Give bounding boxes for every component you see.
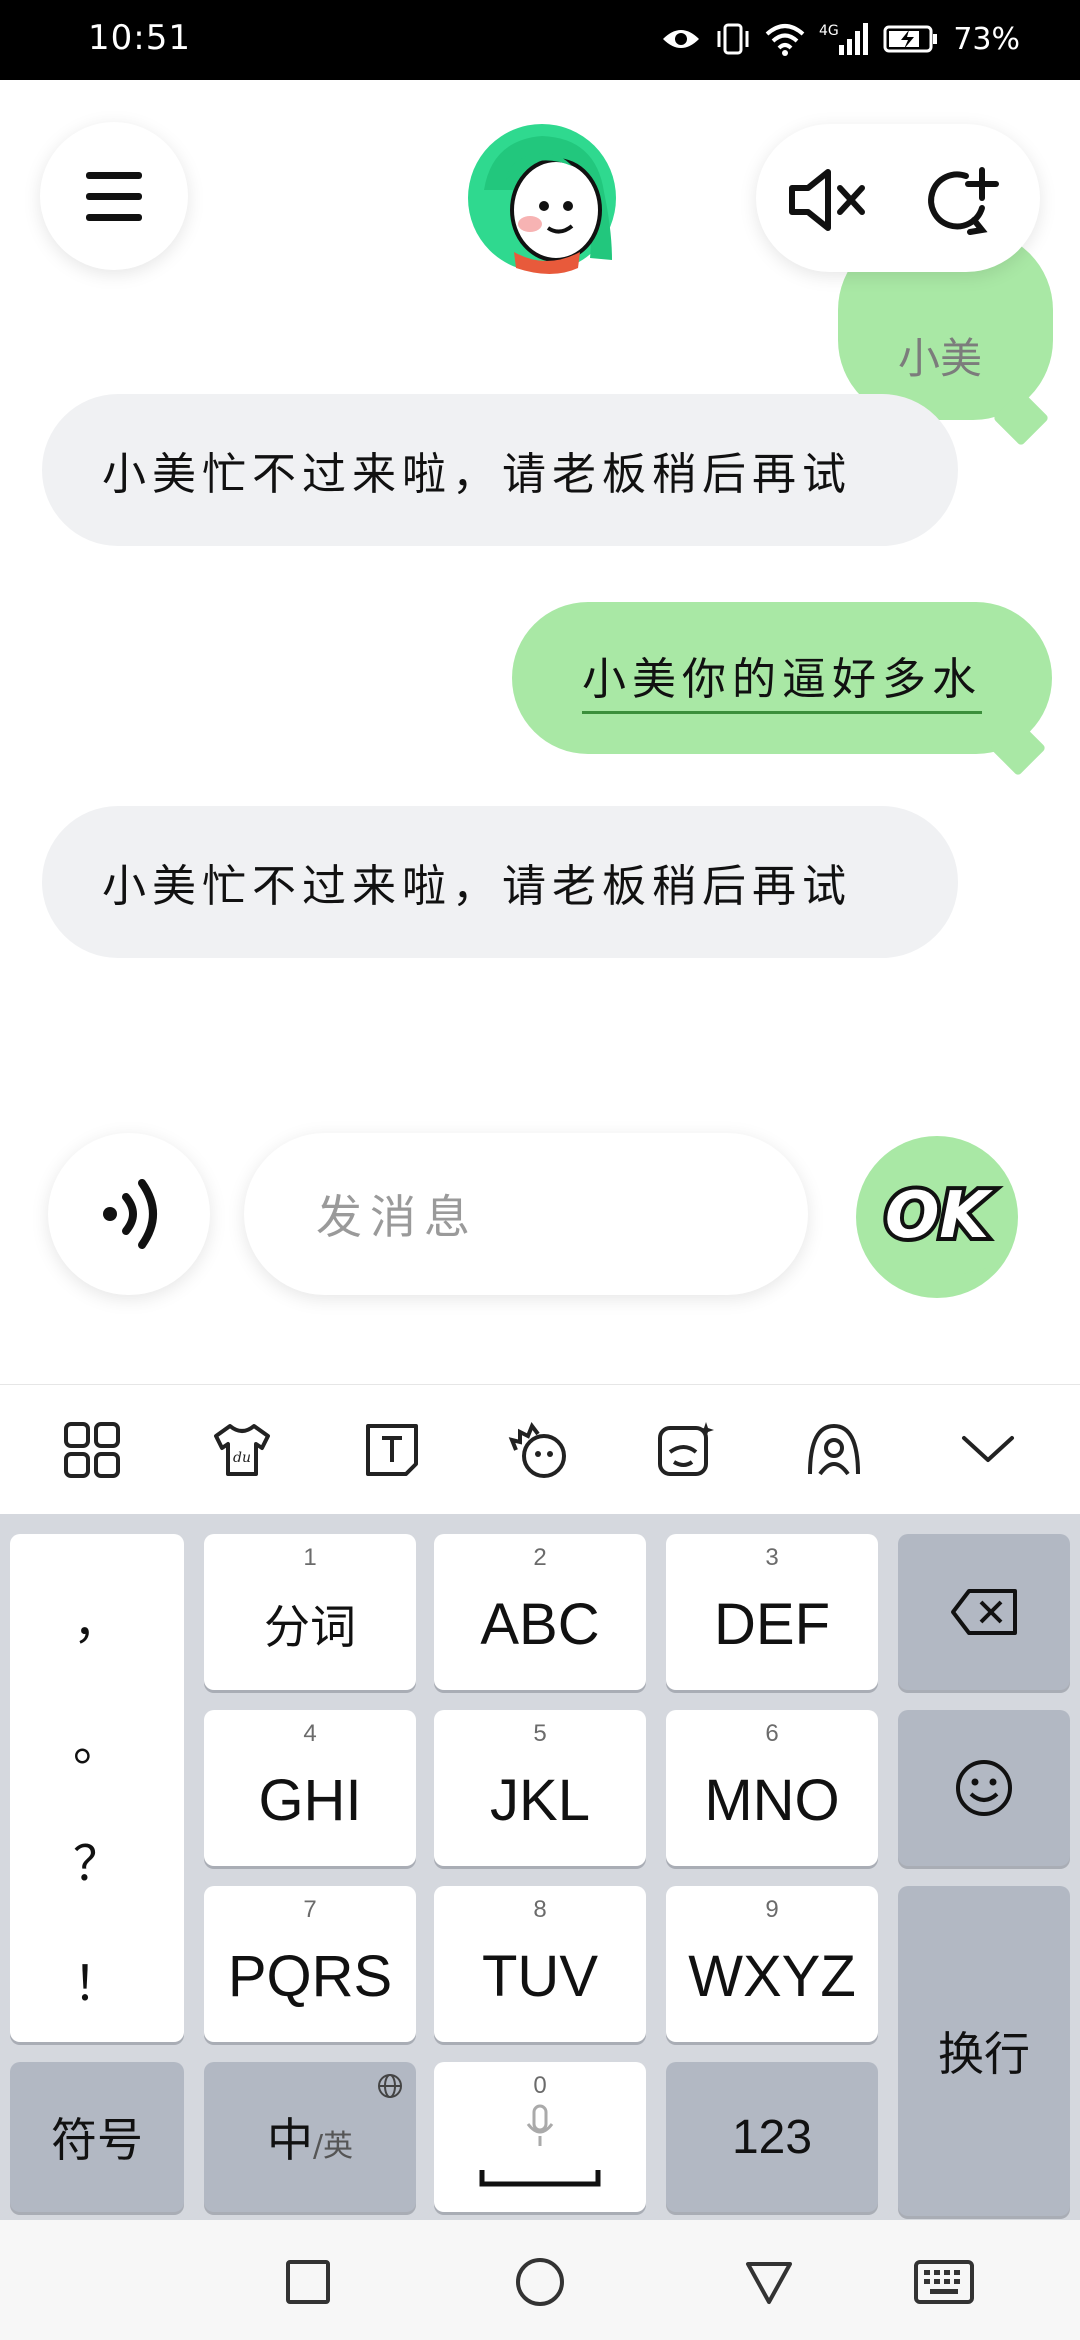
mic-icon — [526, 2104, 554, 2146]
message-text: 小美你的逼好多水 — [582, 643, 982, 714]
punct-period[interactable]: 。 — [73, 1704, 121, 1774]
key-5[interactable]: 5 JKL — [434, 1710, 646, 1866]
backspace-key[interactable] — [898, 1534, 1070, 1690]
keyboard-toolbar: du — [0, 1384, 1080, 1515]
avatar-icon[interactable] — [804, 1420, 864, 1480]
key-1[interactable]: 1 分词 — [204, 1534, 416, 1690]
sticker-icon[interactable] — [508, 1420, 568, 1480]
speaker-mute-icon[interactable] — [782, 160, 872, 240]
key-7[interactable]: 7 PQRS — [204, 1886, 416, 2042]
eye-icon — [663, 30, 700, 48]
svg-text:OK: OK — [885, 1179, 993, 1253]
message-bubble-right[interactable]: 小美你的逼好多水 — [512, 602, 1052, 777]
enter-key[interactable]: 换行 — [898, 1886, 1070, 2216]
space-key[interactable]: 0 — [434, 2062, 646, 2212]
emoji-key[interactable] — [898, 1710, 1070, 1866]
signal-icon: 4G — [819, 23, 869, 55]
battery-icon — [883, 25, 938, 53]
message-bubble-left[interactable]: 小美忙不过来啦，请老板稍后再试 — [42, 806, 958, 958]
message-text: 小美 — [898, 334, 983, 383]
message-bubble-left[interactable]: 小美忙不过来啦，请老板稍后再试 — [42, 394, 958, 546]
triangle-back-icon[interactable] — [744, 2258, 794, 2306]
keyboard-icon[interactable] — [914, 2260, 974, 2304]
globe-icon — [378, 2074, 402, 2098]
smiley-icon — [956, 1760, 1012, 1816]
ok-icon: OK — [881, 1175, 997, 1286]
menu-button[interactable] — [40, 122, 188, 270]
wifi-icon — [765, 24, 805, 56]
voice-wave-icon — [103, 1179, 157, 1249]
message-text: 小美忙不过来啦，请老板稍后再试 — [102, 449, 852, 500]
symbols-key[interactable]: 符号 — [10, 2062, 184, 2212]
refresh-plus-icon[interactable] — [920, 158, 1004, 242]
punct-question[interactable]: ？ — [73, 1824, 121, 1894]
square-recents-icon[interactable] — [284, 2258, 332, 2306]
keyboard: ， 。 ？ ！ 1 分词 2 ABC 3 DEF 4 GHI 5 JKL 6 M… — [0, 1514, 1080, 2220]
send-button[interactable]: OK — [856, 1136, 1018, 1298]
character-avatar[interactable] — [462, 120, 622, 280]
message-text: 小美忙不过来啦，请老板稍后再试 — [102, 861, 852, 912]
space-bar-icon — [479, 2170, 601, 2187]
menu-icon — [86, 172, 142, 221]
message-input-placeholder: 发消息 — [316, 1190, 478, 1244]
status-time: 10:51 — [88, 18, 191, 58]
key-8[interactable]: 8 TUV — [434, 1886, 646, 2042]
grid-icon[interactable] — [62, 1420, 122, 1480]
language-switch-key[interactable]: 中 /英 — [204, 2062, 416, 2212]
punct-exclaim[interactable]: ！ — [73, 1944, 121, 2014]
svg-text:4G: 4G — [819, 23, 839, 39]
key-2[interactable]: 2 ABC — [434, 1534, 646, 1690]
numbers-key[interactable]: 123 — [666, 2062, 878, 2212]
status-icons: 4G 73% — [661, 14, 1020, 64]
status-bar: 10:51 4G 73% — [0, 0, 1080, 80]
text-icon[interactable] — [362, 1420, 422, 1480]
key-3[interactable]: 3 DEF — [666, 1534, 878, 1690]
vibrate-icon — [717, 23, 749, 55]
backspace-icon — [951, 1589, 1017, 1635]
circle-home-icon[interactable] — [514, 2256, 566, 2308]
punct-comma[interactable]: ， — [73, 1582, 121, 1652]
lang-main-label: 中 — [266, 2113, 313, 2167]
battery-percent: 73% — [953, 21, 1020, 57]
skin-icon[interactable]: du — [212, 1420, 272, 1480]
navigation-bar — [0, 2220, 1080, 2340]
voice-button[interactable] — [48, 1133, 210, 1295]
key-4[interactable]: 4 GHI — [204, 1710, 416, 1866]
collapse-chevron-icon[interactable] — [958, 1420, 1018, 1480]
key-6[interactable]: 6 MNO — [666, 1710, 878, 1866]
chat-area[interactable]: 小美 小美忙不过来啦，请老板稍后再试 小美你的逼好多水 小美忙不过来啦，请老板稍… — [0, 80, 1080, 1380]
header-actions — [756, 124, 1040, 272]
lang-alt-label: /英 — [312, 2129, 354, 2164]
key-9[interactable]: 9 WXYZ — [666, 1886, 878, 2042]
svg-text:du: du — [233, 1450, 251, 1466]
message-input[interactable]: 发消息 — [244, 1133, 808, 1295]
emoji-face-icon[interactable] — [656, 1420, 716, 1480]
punctuation-column[interactable]: ， 。 ？ ！ — [10, 1534, 184, 2042]
